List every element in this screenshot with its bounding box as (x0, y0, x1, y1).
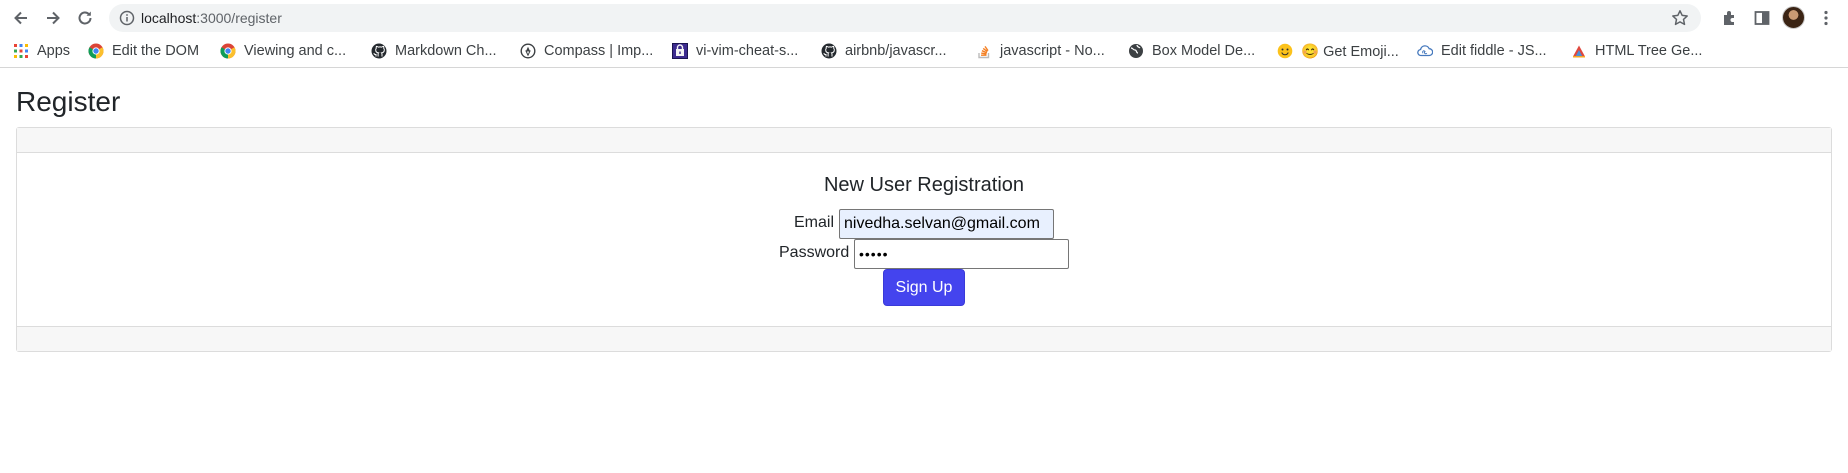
card-footer (17, 326, 1831, 351)
email-field[interactable]: nivedha.selvan@gmail.com (839, 209, 1054, 239)
chrome-icon (220, 43, 236, 59)
stackoverflow-icon (976, 43, 992, 59)
bookmark-apps[interactable]: Apps (13, 41, 70, 61)
bookmark-markdown[interactable]: Markdown Ch... (371, 41, 497, 61)
password-field[interactable]: ••••• (854, 239, 1069, 269)
bookmark-label: Markdown Ch... (395, 43, 497, 59)
email-label: Email (794, 214, 835, 231)
bookmark-label: airbnb/javascr... (845, 43, 947, 59)
address-bar[interactable]: localhost:3000/register (109, 4, 1701, 32)
bookmark-html-tree[interactable]: HTML Tree Ge... (1571, 41, 1702, 61)
forward-arrow-icon (47, 11, 60, 25)
bookmark-label: vi-vim-cheat-s... (696, 43, 799, 59)
compass-icon (520, 43, 536, 59)
url-host: localhost (141, 10, 197, 26)
bookmark-airbnb[interactable]: airbnb/javascr... (821, 41, 947, 61)
bookmark-label: Viewing and c... (244, 43, 347, 59)
back-button[interactable] (9, 6, 33, 30)
bookmark-label: Compass | Imp... (544, 43, 654, 59)
bookmark-label: javascript - No... (1000, 43, 1105, 59)
jsfiddle-icon (1417, 43, 1433, 59)
bookmark-edit-fiddle[interactable]: Edit fiddle - JS... (1417, 41, 1547, 61)
browser-toolbar: localhost:3000/register (0, 0, 1848, 35)
back-arrow-icon (14, 11, 27, 25)
html-tree-icon (1571, 43, 1587, 59)
bookmark-label: Edit the DOM (112, 43, 200, 59)
bookmark-label: HTML Tree Ge... (1595, 43, 1703, 59)
url-path: :3000/register (196, 10, 282, 26)
bookmark-label: 😊 Get Emoji... (1301, 43, 1399, 60)
extensions-icon[interactable] (1718, 6, 1742, 30)
vim-icon (672, 43, 688, 59)
reload-icon (78, 11, 92, 25)
bookmark-get-emoji[interactable]: 😊 Get Emoji... (1277, 41, 1399, 61)
card-header (17, 128, 1831, 153)
forward-button[interactable] (41, 6, 65, 30)
bookmark-viewing-and[interactable]: Viewing and c... (220, 41, 346, 61)
menu-kebab-icon[interactable] (1814, 6, 1838, 30)
password-label: Password (779, 244, 850, 261)
page-title: Register (16, 86, 121, 117)
profile-avatar[interactable] (1782, 6, 1805, 29)
bookmark-edit-the-dom[interactable]: Edit the DOM (88, 41, 199, 61)
address-url[interactable]: localhost:3000/register (141, 10, 282, 26)
globe-icon (1128, 43, 1144, 59)
side-panel-icon[interactable] (1750, 6, 1774, 30)
reload-button[interactable] (73, 6, 97, 30)
bookmark-vi-vim[interactable]: vi-vim-cheat-s... (672, 41, 798, 61)
bookmark-star-icon[interactable] (1671, 9, 1689, 32)
bookmark-label: Apps (37, 43, 71, 59)
emoji-icon (1277, 43, 1293, 59)
github-icon (371, 43, 387, 59)
bookmarks-bar: Apps Edit the DOM Viewing and c... Markd… (0, 35, 1848, 68)
sign-up-button[interactable]: Sign Up (883, 269, 965, 306)
site-info-icon[interactable] (119, 10, 135, 31)
github-icon (821, 43, 837, 59)
bookmark-label: Box Model De... (1152, 43, 1256, 59)
form-title: New User Registration (823, 174, 1025, 196)
chrome-icon (88, 43, 104, 59)
bookmark-box-model[interactable]: Box Model De... (1128, 41, 1255, 61)
bookmark-label: Edit fiddle - JS... (1441, 43, 1547, 59)
bookmark-compass[interactable]: Compass | Imp... (520, 41, 653, 61)
bookmark-javascript[interactable]: javascript - No... (976, 41, 1105, 61)
apps-grid-icon (13, 43, 29, 59)
